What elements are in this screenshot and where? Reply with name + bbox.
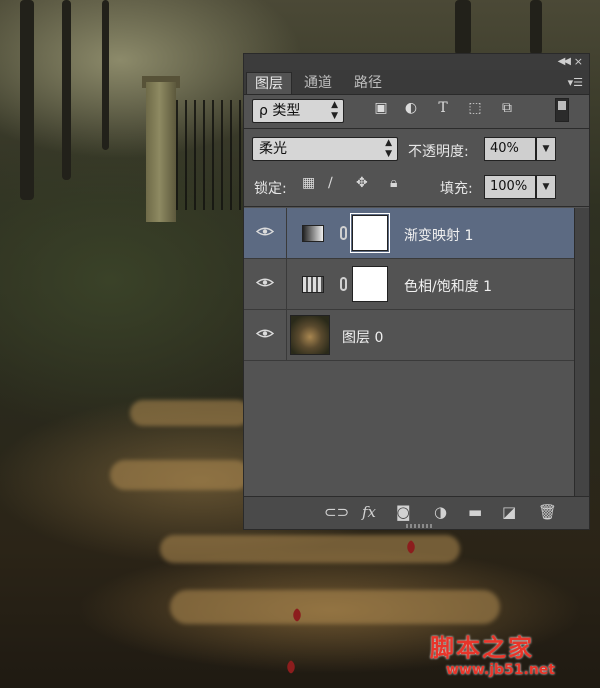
lock-position-icon[interactable]: ✥ (356, 175, 368, 191)
adjustment-filter-icon[interactable]: ◐ (402, 100, 420, 116)
fill-dropdown-icon[interactable]: ▼ (536, 175, 556, 199)
panel-footer: ⊂⊃ fx ◙ ◑ ▬ ◪ 🗑︎ (244, 496, 589, 529)
filter-kind-label: ρ 类型 (259, 103, 301, 119)
hue-saturation-icon (302, 276, 324, 293)
filter-kind-select[interactable]: ρ 类型 ▲ ▼ (252, 99, 344, 123)
stone-step (110, 460, 250, 490)
select-arrows-icon: ▲ ▼ (331, 100, 338, 121)
iron-gate (176, 100, 246, 210)
collapse-double-arrow-icon[interactable]: ◀◀ (558, 56, 571, 67)
layer-name[interactable]: 渐变映射 1 (404, 225, 473, 245)
filter-toggle-switch[interactable] (555, 98, 569, 122)
link-chain-icon[interactable] (340, 277, 347, 291)
layer-row-gradient-map[interactable]: 渐变映射 1 (244, 208, 575, 259)
layer-row-image[interactable]: 图层 0 (244, 310, 575, 361)
add-mask-icon[interactable]: ◙ (396, 503, 411, 521)
lock-row: 锁定: ▦ ∕ ✥ 🔒︎ 填充: 100% ▼ (244, 172, 589, 202)
gate-pillar (146, 82, 176, 222)
tab-paths[interactable]: 路径 (346, 72, 390, 94)
type-filter-icon[interactable]: T (434, 100, 452, 116)
layer-mask-thumbnail[interactable] (352, 266, 388, 302)
eye-icon[interactable] (256, 328, 274, 339)
opacity-label: 不透明度: (408, 144, 469, 160)
divider (244, 128, 589, 129)
delete-trash-icon[interactable]: 🗑︎ (538, 503, 557, 521)
panel-title-bar[interactable]: ◀◀ × (244, 54, 589, 70)
layer-thumbnail[interactable] (290, 315, 330, 355)
shape-filter-icon[interactable]: ⬚ (466, 100, 484, 116)
link-layers-icon[interactable]: ⊂⊃ (324, 503, 349, 521)
stone-step (170, 590, 500, 624)
visibility-cell[interactable] (244, 259, 287, 309)
eye-icon[interactable] (256, 277, 274, 288)
site-watermark: 脚本之家 (430, 633, 534, 662)
select-arrows-icon: ▲ ▼ (385, 138, 392, 159)
layer-mask-thumbnail[interactable] (350, 213, 390, 253)
tab-layers[interactable]: 图层 (246, 72, 292, 94)
gradient-map-icon (302, 225, 324, 242)
lock-transparent-pixels-icon[interactable]: ▦ (302, 175, 315, 191)
resize-grip[interactable] (406, 524, 432, 528)
new-group-folder-icon[interactable]: ▬ (468, 503, 482, 521)
visibility-cell[interactable] (244, 310, 287, 360)
layer-name[interactable]: 图层 0 (342, 327, 383, 347)
pixel-filter-icon[interactable]: ▣ (372, 100, 390, 116)
stone-step (160, 535, 460, 563)
visibility-cell[interactable] (244, 208, 287, 258)
opacity-dropdown-icon[interactable]: ▼ (536, 137, 556, 161)
layer-name[interactable]: 色相/饱和度 1 (404, 276, 492, 296)
layer-style-fx-icon[interactable]: fx (362, 503, 376, 521)
link-chain-icon[interactable] (340, 226, 347, 240)
layer-row-hue-saturation[interactable]: 色相/饱和度 1 (244, 259, 575, 310)
tree-trunk (455, 0, 471, 55)
panel-menu-icon[interactable]: ▾☰ (568, 76, 583, 89)
blend-mode-select[interactable]: 柔光 ▲ ▼ (252, 137, 398, 161)
divider (244, 206, 589, 207)
eye-icon[interactable] (256, 226, 274, 237)
tree-trunk (62, 0, 71, 180)
fill-input[interactable]: 100% (484, 175, 536, 199)
lock-image-pixels-icon[interactable]: ∕ (328, 175, 333, 191)
opacity-input[interactable]: 40% (484, 137, 536, 161)
lock-all-icon[interactable]: 🔒︎ (390, 175, 397, 191)
close-icon[interactable]: × (574, 55, 583, 68)
panel-tabs: 图层 通道 路径 ▾☰ (244, 70, 589, 95)
layers-list: 渐变映射 1 色相/饱和度 1 图层 0 (244, 208, 575, 498)
red-leaf (283, 659, 299, 675)
smart-object-filter-icon[interactable]: ⧉ (498, 100, 516, 116)
tab-channels[interactable]: 通道 (296, 72, 340, 94)
tree-trunk (20, 0, 34, 200)
blend-row: 柔光 ▲ ▼ 不透明度: 40% ▼ (244, 134, 589, 164)
tree-trunk (530, 0, 542, 55)
fill-label: 填充: (440, 181, 473, 197)
new-adjustment-layer-icon[interactable]: ◑ (434, 503, 447, 521)
layers-panel: ◀◀ × 图层 通道 路径 ▾☰ ρ 类型 ▲ ▼ ▣ ◐ T ⬚ ⧉ 柔光 ▲ ▼… (243, 53, 590, 530)
layers-scrollbar[interactable] (574, 208, 589, 498)
site-watermark-url: www.jb51.net (446, 662, 555, 678)
blend-mode-value: 柔光 (259, 141, 287, 157)
tree-trunk (102, 0, 109, 150)
filter-row: ρ 类型 ▲ ▼ ▣ ◐ T ⬚ ⧉ (244, 96, 589, 126)
new-layer-icon[interactable]: ◪ (502, 503, 516, 521)
lock-label: 锁定: (254, 181, 287, 197)
stone-step (130, 400, 250, 426)
